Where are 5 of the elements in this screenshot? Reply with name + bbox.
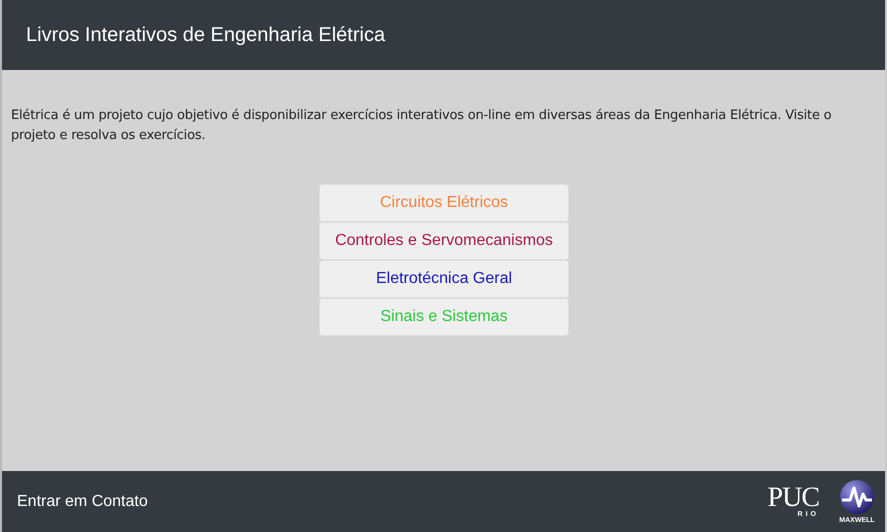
site-title: Livros Interativos de Engenharia Elétrica: [26, 24, 386, 46]
book-button[interactable]: Controles e Servomecanismos: [319, 222, 569, 260]
book-button[interactable]: Eletrotécnica Geral: [319, 260, 569, 298]
contact-link[interactable]: Entrar em Contato: [17, 492, 148, 510]
intro-paragraph: Elétrica é um projeto cujo objetivo é disponibilizar exercícios interativos on-line em diversas áreas da Engenharia Elétrica. Visite o projeto e resolva os exercícios.: [11, 107, 832, 145]
